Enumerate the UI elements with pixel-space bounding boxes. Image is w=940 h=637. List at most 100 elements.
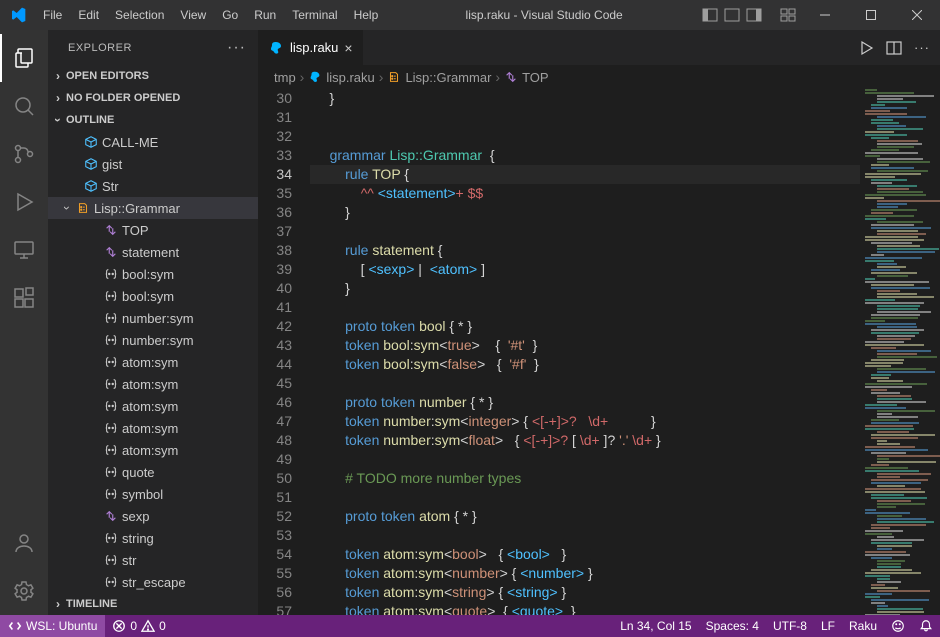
timeline-section[interactable]: ›TIMELINE [48, 593, 258, 615]
tab-label: lisp.raku [290, 40, 338, 55]
settings-activity[interactable] [0, 567, 48, 615]
outline-item[interactable]: atom:sym [48, 351, 258, 373]
explorer-sidebar: EXPLORER ··· ›OPEN EDITORS ›NO FOLDER OP… [48, 30, 258, 615]
panel-left-icon[interactable] [702, 7, 718, 23]
breadcrumb[interactable]: tmp›lisp.raku›Lisp::Grammar›TOP [258, 65, 940, 89]
line-number-gutter: 3031323334353637383940414243444546474849… [258, 89, 310, 615]
more-icon[interactable]: ··· [914, 40, 930, 55]
breadcrumb-item[interactable]: lisp.raku [308, 70, 374, 85]
outline-item[interactable]: number:sym [48, 329, 258, 351]
outline-item[interactable]: atom:sym [48, 373, 258, 395]
class-icon [74, 201, 92, 215]
window-controls [802, 0, 940, 30]
rule-icon [102, 553, 120, 567]
raku-file-icon [268, 40, 284, 56]
outline-label: string [122, 531, 154, 546]
cursor-position[interactable]: Ln 34, Col 15 [613, 615, 698, 637]
code-editor[interactable]: 3031323334353637383940414243444546474849… [258, 89, 860, 615]
indentation[interactable]: Spaces: 4 [699, 615, 766, 637]
language-mode[interactable]: Raku [842, 615, 884, 637]
breadcrumb-item[interactable]: tmp [274, 70, 296, 85]
outline-item[interactable]: TOP [48, 219, 258, 241]
outline-label: TOP [122, 223, 149, 238]
minimize-button[interactable] [802, 0, 848, 30]
outline-item[interactable]: ›Lisp::Grammar [48, 197, 258, 219]
outline-item[interactable]: statement [48, 241, 258, 263]
outline-label: Lisp::Grammar [94, 201, 180, 216]
outline-item[interactable]: CALL-ME [48, 131, 258, 153]
breadcrumb-item[interactable]: TOP [504, 70, 549, 85]
notifications-icon[interactable] [912, 615, 940, 637]
explorer-activity[interactable] [0, 34, 48, 82]
outline-label: atom:sym [122, 443, 178, 458]
rule-icon [102, 289, 120, 303]
outline-item[interactable]: gist [48, 153, 258, 175]
outline-item[interactable]: sexp [48, 505, 258, 527]
chevron-down-icon: › [51, 112, 65, 128]
more-actions-icon[interactable]: ··· [227, 39, 246, 57]
menu-edit[interactable]: Edit [70, 0, 107, 30]
outline-item[interactable]: atom:sym [48, 395, 258, 417]
outline-section[interactable]: ›OUTLINE [48, 109, 258, 131]
menu-go[interactable]: Go [214, 0, 246, 30]
outline-label: str_escape [122, 575, 186, 590]
problems-indicator[interactable]: 0 0 [105, 615, 172, 637]
feedback-icon[interactable] [884, 615, 912, 637]
outline-label: atom:sym [122, 421, 178, 436]
outline-item[interactable]: bool:sym [48, 285, 258, 307]
cube-icon [82, 179, 100, 193]
panel-bottom-icon[interactable] [724, 7, 740, 23]
menu-view[interactable]: View [172, 0, 214, 30]
outline-item[interactable]: string [48, 527, 258, 549]
outline-item[interactable]: atom:sym [48, 439, 258, 461]
rule-icon [102, 487, 120, 501]
remote-explorer-activity[interactable] [0, 226, 48, 274]
outline-item[interactable]: atom:sym [48, 417, 258, 439]
outline-label: quote [122, 465, 155, 480]
extensions-activity[interactable] [0, 274, 48, 322]
status-bar: WSL: Ubuntu 0 0 Ln 34, Col 15 Spaces: 4 … [0, 615, 940, 637]
outline-item[interactable]: quote [48, 461, 258, 483]
outline-item[interactable]: str_escape [48, 571, 258, 593]
eol[interactable]: LF [814, 615, 842, 637]
breadcrumb-item[interactable]: Lisp::Grammar [387, 70, 491, 85]
source-control-activity[interactable] [0, 130, 48, 178]
run-icon[interactable] [858, 40, 874, 56]
rule-icon [102, 443, 120, 457]
customize-layout-icon[interactable] [780, 7, 796, 23]
code-content[interactable]: } grammar Lisp::Grammar { rule TOP { ^^ … [310, 89, 860, 615]
menu-run[interactable]: Run [246, 0, 284, 30]
titlebar: FileEditSelectionViewGoRunTerminalHelp l… [0, 0, 940, 30]
encoding[interactable]: UTF-8 [766, 615, 814, 637]
menu-file[interactable]: File [35, 0, 70, 30]
outline-item[interactable]: bool:sym [48, 263, 258, 285]
outline-label: bool:sym [122, 289, 174, 304]
rule-icon [102, 377, 120, 391]
menu-selection[interactable]: Selection [107, 0, 172, 30]
outline-label: atom:sym [122, 399, 178, 414]
outline-item[interactable]: str [48, 549, 258, 571]
func-icon [102, 509, 120, 523]
tab-lisp-raku[interactable]: lisp.raku × [258, 30, 364, 65]
maximize-button[interactable] [848, 0, 894, 30]
outline-label: statement [122, 245, 179, 260]
menu-terminal[interactable]: Terminal [284, 0, 345, 30]
split-editor-icon[interactable] [886, 40, 902, 56]
layout-controls[interactable] [702, 7, 802, 23]
open-editors-section[interactable]: ›OPEN EDITORS [48, 65, 258, 87]
rule-icon [102, 575, 120, 589]
close-icon[interactable]: × [344, 40, 352, 56]
search-activity[interactable] [0, 82, 48, 130]
outline-item[interactable]: symbol [48, 483, 258, 505]
panel-right-icon[interactable] [746, 7, 762, 23]
close-button[interactable] [894, 0, 940, 30]
run-debug-activity[interactable] [0, 178, 48, 226]
minimap[interactable] [860, 89, 940, 615]
rule-icon [102, 355, 120, 369]
outline-item[interactable]: number:sym [48, 307, 258, 329]
menu-help[interactable]: Help [346, 0, 387, 30]
outline-item[interactable]: Str [48, 175, 258, 197]
remote-indicator[interactable]: WSL: Ubuntu [0, 615, 105, 637]
accounts-activity[interactable] [0, 519, 48, 567]
no-folder-section[interactable]: ›NO FOLDER OPENED [48, 87, 258, 109]
